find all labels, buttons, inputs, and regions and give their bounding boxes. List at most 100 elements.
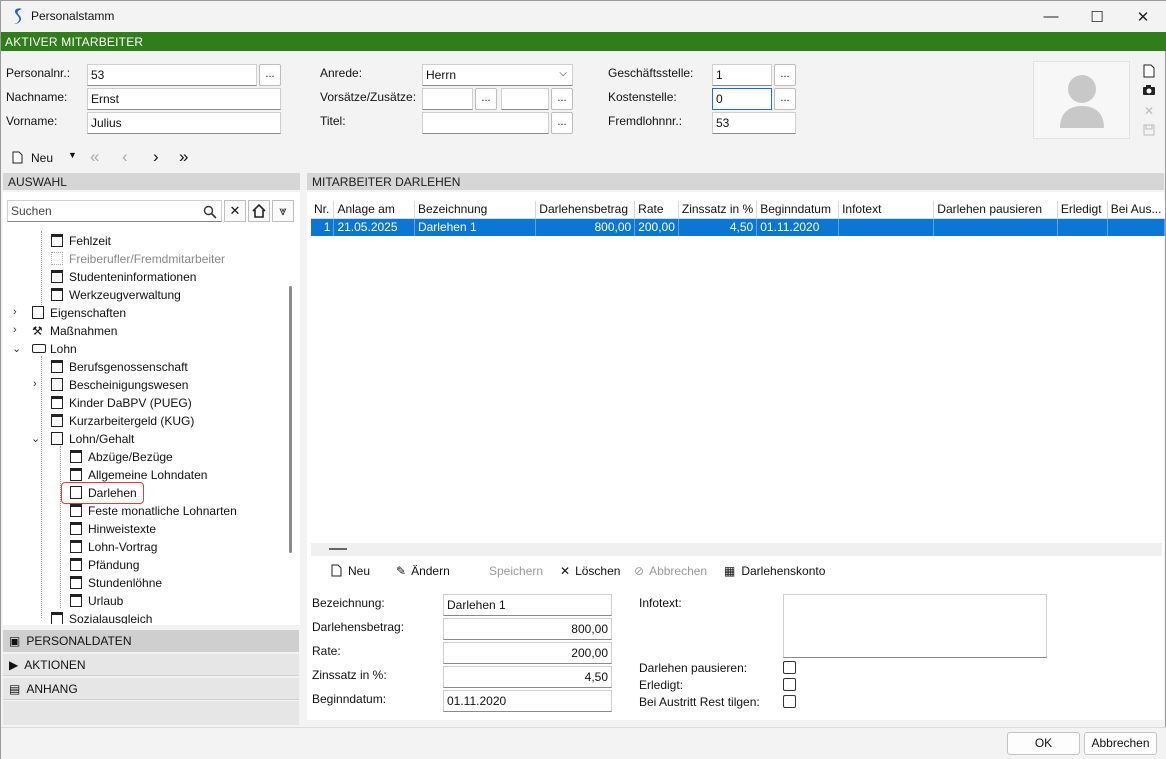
tree-item-bescheinigungswesen[interactable]: Bescheinigungswesen xyxy=(51,376,188,394)
erledigt-checkbox[interactable] xyxy=(783,678,796,691)
neu-button[interactable]: Neu xyxy=(331,561,370,581)
col-zins[interactable]: Zinssatz in % xyxy=(678,201,758,219)
close-button[interactable]: ✕ xyxy=(1120,1,1166,32)
accordion-anhang[interactable]: ▤ ANHANG xyxy=(3,678,299,700)
new-record-button[interactable]: Neu xyxy=(31,151,53,165)
loeschen-button[interactable]: ✕ Löschen xyxy=(560,561,620,581)
minimize-button[interactable]: — xyxy=(1028,1,1074,32)
infotext-textarea[interactable] xyxy=(783,594,1047,658)
vorsaetze-input[interactable] xyxy=(422,88,473,110)
camera-icon[interactable] xyxy=(1142,84,1156,98)
nachname-input[interactable]: Ernst xyxy=(87,88,281,110)
accordion-personaldaten[interactable]: ▣ PERSONALDATEN xyxy=(3,630,299,652)
tree-item-feste-lohnarten[interactable]: Feste monatliche Lohnarten xyxy=(70,502,237,520)
titel-lookup-button[interactable]: ... xyxy=(551,112,573,134)
anrede-label: Anrede: xyxy=(320,66,363,80)
collapse-all-button[interactable]: ⩔ xyxy=(272,200,294,222)
personalnr-input[interactable]: 53 xyxy=(87,64,257,86)
prev-record-button[interactable]: ‹ xyxy=(122,147,128,167)
col-betrag[interactable]: Darlehensbetrag xyxy=(535,201,636,219)
home-button[interactable] xyxy=(248,200,270,222)
geschaeftsstelle-input[interactable]: 1 xyxy=(712,64,772,86)
speichern-button[interactable]: Speichern xyxy=(489,561,543,581)
col-beginn[interactable]: Beginndatum xyxy=(756,201,840,219)
beginn-input[interactable]: 01.11.2020 xyxy=(443,690,612,712)
personalnr-lookup-button[interactable]: ... xyxy=(259,64,281,86)
clear-search-button[interactable]: ✕ xyxy=(224,200,246,222)
zins-input[interactable]: 4,50 xyxy=(443,666,612,688)
cancel-button[interactable]: Abbrechen xyxy=(1084,732,1157,755)
tree-item-darlehen[interactable]: Darlehen xyxy=(61,482,144,504)
austritt-checkbox[interactable] xyxy=(783,695,796,708)
search-icon[interactable] xyxy=(203,205,217,219)
search-input[interactable]: Suchen xyxy=(7,200,222,222)
expand-chevron-icon[interactable]: › xyxy=(33,378,37,390)
maximize-button[interactable]: ☐ xyxy=(1074,1,1120,32)
zusaetze-lookup-button[interactable]: ... xyxy=(551,88,573,110)
col-erledigt[interactable]: Erledigt xyxy=(1057,201,1108,219)
darlehenskonto-button[interactable]: ▦ Darlehenskonto xyxy=(724,561,825,581)
pausieren-checkbox[interactable] xyxy=(783,661,796,674)
collapse-chevron-icon[interactable]: ⌄ xyxy=(31,432,40,445)
tree-item-eigenschaften[interactable]: Eigenschaften xyxy=(32,304,126,322)
delete-photo-icon[interactable]: ✕ xyxy=(1142,104,1156,118)
tree-item-lohn[interactable]: Lohn xyxy=(32,340,77,358)
geschaeftsstelle-lookup-button[interactable]: ... xyxy=(774,64,796,86)
next-record-button[interactable]: › xyxy=(153,147,159,167)
col-anlage[interactable]: Anlage am xyxy=(333,201,415,219)
tree-item-werkzeugverwaltung[interactable]: Werkzeugverwaltung xyxy=(51,286,181,304)
tree-item-fehlzeit[interactable]: Fehlzeit xyxy=(51,232,111,250)
tree-item-hinweistexte[interactable]: Hinweistexte xyxy=(70,520,156,538)
cell-nr: 1 xyxy=(311,218,335,236)
tree-item-pfaendung[interactable]: Pfändung xyxy=(70,556,139,574)
tree-item-lohn-gehalt[interactable]: Lohn/Gehalt xyxy=(51,430,134,448)
titel-input[interactable] xyxy=(422,112,549,134)
col-pausieren[interactable]: Darlehen pausieren xyxy=(933,201,1058,219)
cell-info xyxy=(838,218,935,236)
tree-item-freiberufler[interactable]: Freiberufler/Fremdmitarbeiter xyxy=(51,250,225,268)
vorsaetze-lookup-button[interactable]: ... xyxy=(475,88,497,110)
aendern-button[interactable]: ✎ Ändern xyxy=(396,561,450,581)
employee-photo[interactable] xyxy=(1033,61,1130,139)
new-dropdown-icon[interactable]: ▼ xyxy=(68,150,77,160)
ok-button[interactable]: OK xyxy=(1007,732,1080,755)
vorname-input[interactable]: Julius xyxy=(87,112,281,134)
tree-scrollbar[interactable] xyxy=(289,286,292,553)
new-document-icon[interactable] xyxy=(1142,64,1156,78)
save-photo-icon[interactable] xyxy=(1142,124,1156,138)
table-row[interactable]: 1 21.05.2025 Darlehen 1 800,00 200,00 4,… xyxy=(311,218,1166,236)
zusaetze-input[interactable] xyxy=(501,88,549,110)
briefcase-icon: ▣ xyxy=(9,634,21,648)
tree-item-sozialausgleich[interactable]: Sozialausgleich xyxy=(51,610,152,624)
tree-item-abzuege-bezuege[interactable]: Abzüge/Bezüge xyxy=(70,448,173,466)
collapse-chevron-icon[interactable]: ⌄ xyxy=(12,342,21,355)
col-infotext[interactable]: Infotext xyxy=(838,201,935,219)
last-record-button[interactable]: » xyxy=(179,147,188,167)
col-bei-austritt[interactable]: Bei Aus... xyxy=(1107,201,1165,219)
tree-item-studenteninformationen[interactable]: Studenteninformationen xyxy=(51,268,196,286)
tree-item-massnahmen[interactable]: ⚒ Maßnahmen xyxy=(32,322,117,340)
abbrechen-toolbar-button[interactable]: ⊘ Abbrechen xyxy=(634,561,707,581)
expand-chevron-icon[interactable]: › xyxy=(13,324,17,336)
kostenstelle-lookup-button[interactable]: ... xyxy=(774,88,796,110)
tree-item-kinder-dabpv[interactable]: Kinder DaBPV (PUEG) xyxy=(51,394,192,412)
search-placeholder: Suchen xyxy=(11,204,52,218)
tree-item-berufsgenossenschaft[interactable]: Berufsgenossenschaft xyxy=(51,358,188,376)
fremdlohn-input[interactable]: 53 xyxy=(712,112,796,134)
kostenstelle-input[interactable]: 0 xyxy=(712,88,772,110)
tree-item-stundenloehne[interactable]: Stundenlöhne xyxy=(70,574,162,592)
rate-input[interactable]: 200,00 xyxy=(443,642,612,664)
col-nr[interactable]: Nr. xyxy=(311,201,335,219)
anrede-select[interactable]: Herrn ⌵ xyxy=(422,64,573,86)
betrag-input[interactable]: 800,00 xyxy=(443,618,612,640)
expand-chevron-icon[interactable]: › xyxy=(13,306,17,318)
col-bezeichnung[interactable]: Bezeichnung xyxy=(414,201,537,219)
bezeichnung-input[interactable]: Darlehen 1 xyxy=(443,594,612,616)
col-rate[interactable]: Rate xyxy=(634,201,679,219)
tree-item-kurzarbeitergeld[interactable]: Kurzarbeitergeld (KUG) xyxy=(51,412,194,430)
first-record-button[interactable]: « xyxy=(90,147,99,167)
accordion-aktionen[interactable]: ▶ AKTIONEN xyxy=(3,654,299,676)
tree-item-urlaub[interactable]: Urlaub xyxy=(70,592,123,610)
tree-item-lohn-vortrag[interactable]: Lohn-Vortrag xyxy=(70,538,157,556)
splitter[interactable] xyxy=(311,543,1162,556)
